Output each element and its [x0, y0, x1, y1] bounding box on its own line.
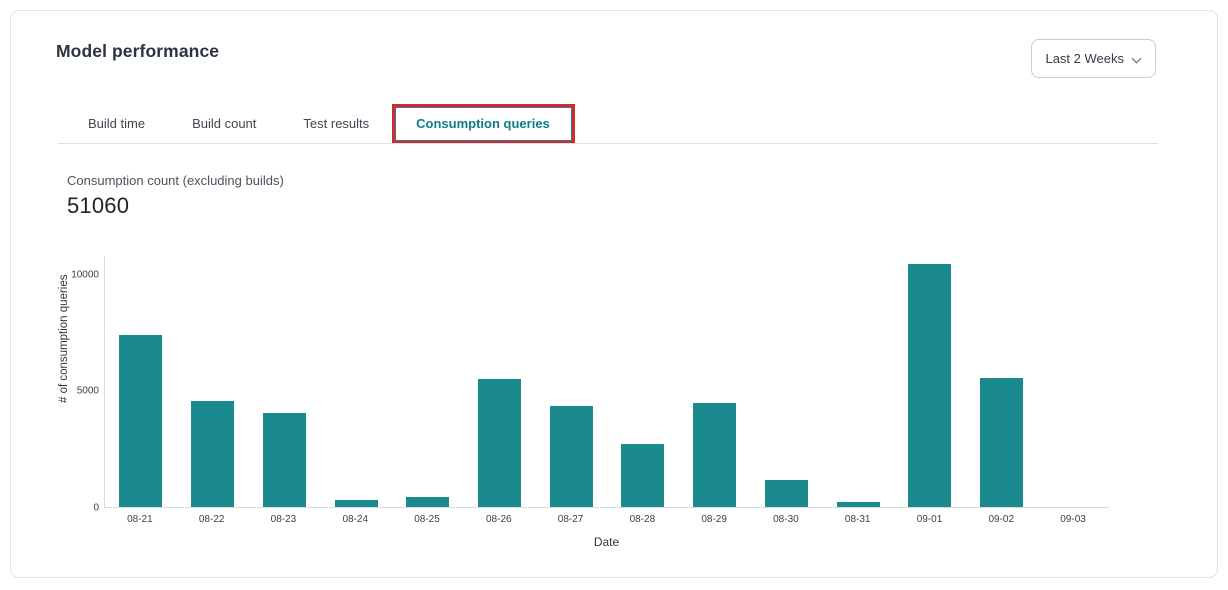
bar-slot [750, 256, 822, 507]
x-tick-label: 08-30 [750, 514, 822, 525]
page-title: Model performance [56, 41, 219, 62]
bar-slot [894, 256, 966, 507]
bar-slot [679, 256, 751, 507]
x-tick-label: 08-22 [176, 514, 248, 525]
chevron-down-icon [1133, 53, 1141, 61]
x-tick-label: 08-28 [606, 514, 678, 525]
tabs-divider [58, 143, 1158, 144]
bar-08-22[interactable] [191, 401, 234, 507]
model-performance-panel: Model performance Last 2 Weeks Build tim… [10, 10, 1218, 578]
bar-08-24[interactable] [335, 500, 378, 507]
annotation-highlight-box [392, 104, 575, 144]
bar-slot [392, 256, 464, 507]
time-range-dropdown[interactable]: Last 2 Weeks [1031, 39, 1156, 78]
consumption-queries-chart: # of consumption queries 0500010000 08-2… [11, 256, 1219, 556]
tab-build-time[interactable]: Build time [88, 115, 145, 133]
bar-08-27[interactable] [550, 406, 593, 507]
bar-slot [320, 256, 392, 507]
bar-slot [607, 256, 679, 507]
bar-08-31[interactable] [837, 502, 880, 507]
tab-bar: Build time Build count Test results Consump… [88, 115, 550, 133]
metric-block: Consumption count (excluding builds) 510… [67, 173, 284, 219]
x-tick-label: 09-03 [1037, 514, 1109, 525]
bar-08-30[interactable] [765, 480, 808, 507]
bar-slot [535, 256, 607, 507]
metric-label: Consumption count (excluding builds) [67, 173, 284, 188]
x-tick-label: 08-23 [248, 514, 320, 525]
bar-09-02[interactable] [980, 378, 1023, 507]
x-axis-ticks: 08-2108-2208-2308-2408-2508-2608-2708-28… [104, 514, 1109, 525]
x-tick-label: 09-02 [965, 514, 1037, 525]
x-tick-label: 08-26 [463, 514, 535, 525]
tab-test-results[interactable]: Test results [303, 115, 369, 133]
bar-slot [966, 256, 1038, 507]
tab-build-count[interactable]: Build count [192, 115, 256, 133]
bar-slot [1037, 256, 1109, 507]
bar-08-29[interactable] [693, 403, 736, 507]
bar-08-28[interactable] [621, 444, 664, 507]
x-tick-label: 08-21 [104, 514, 176, 525]
bar-08-25[interactable] [406, 497, 449, 507]
x-tick-label: 08-24 [319, 514, 391, 525]
bar-slot [105, 256, 177, 507]
metric-value: 51060 [67, 193, 284, 219]
x-tick-label: 08-25 [391, 514, 463, 525]
time-range-value: Last 2 Weeks [1045, 51, 1124, 66]
y-tick-label: 5000 [77, 386, 99, 397]
y-tick-label: 10000 [71, 270, 99, 281]
y-tick-label: 0 [93, 503, 99, 514]
y-axis-ticks: 0500010000 [11, 256, 99, 508]
bar-09-01[interactable] [908, 264, 951, 507]
bar-08-26[interactable] [478, 379, 521, 507]
x-tick-label: 09-01 [894, 514, 966, 525]
x-tick-label: 08-31 [822, 514, 894, 525]
bar-08-21[interactable] [119, 335, 162, 507]
bar-slot [822, 256, 894, 507]
bar-slot [177, 256, 249, 507]
x-tick-label: 08-27 [535, 514, 607, 525]
bar-08-23[interactable] [263, 413, 306, 507]
x-tick-label: 08-29 [678, 514, 750, 525]
tab-consumption-queries[interactable]: Consumption queries [416, 115, 550, 133]
x-axis-label: Date [104, 535, 1109, 549]
plot-area [104, 256, 1109, 508]
bar-slot [248, 256, 320, 507]
bar-slot [464, 256, 536, 507]
